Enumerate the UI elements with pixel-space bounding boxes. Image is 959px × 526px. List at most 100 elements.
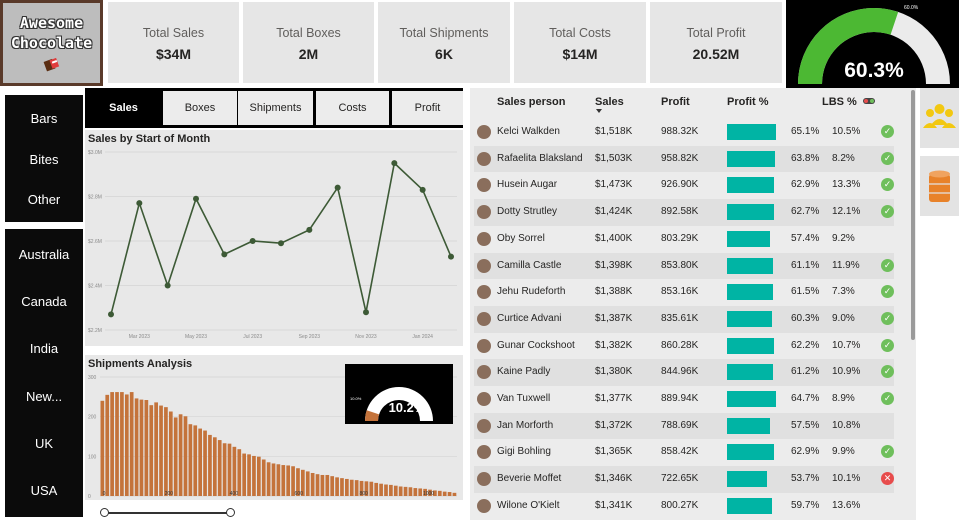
bar[interactable]	[193, 425, 198, 496]
table-row[interactable]: Kaine Padly $1,380K 844.96K 61.2% 10.9% ✓	[474, 359, 894, 386]
bar[interactable]	[154, 402, 158, 496]
data-point[interactable]	[221, 251, 228, 258]
bar[interactable]	[325, 474, 330, 496]
bar[interactable]	[408, 487, 413, 496]
bar[interactable]	[413, 488, 418, 496]
data-point[interactable]	[278, 240, 284, 247]
data-point[interactable]	[193, 195, 199, 202]
table-row[interactable]: Van Tuxwell $1,377K 889.94K 64.7% 8.9% ✓	[474, 386, 894, 413]
bar[interactable]	[379, 483, 383, 496]
table-row[interactable]: Wilone O'Kielt $1,341K 800.27K 59.7% 13.6%	[474, 493, 894, 520]
table-row[interactable]: Gunar Cockshoot $1,382K 860.28K 62.2% 10.7% ✓	[474, 333, 894, 360]
column-header-lbs-pct[interactable]: LBS %	[822, 96, 857, 108]
bar[interactable]	[198, 428, 202, 496]
data-point[interactable]	[448, 253, 454, 260]
data-point[interactable]	[363, 309, 369, 316]
bar[interactable]	[261, 459, 266, 496]
table-row[interactable]: Jan Morforth $1,372K 788.69K 57.5% 10.8%	[474, 412, 894, 440]
column-header-salesperson[interactable]: Sales person	[497, 96, 565, 108]
column-header-sales[interactable]: Sales	[595, 96, 624, 108]
bar[interactable]	[237, 449, 242, 496]
bar[interactable]	[242, 453, 247, 496]
slider-handle-start[interactable]	[100, 508, 109, 517]
bar[interactable]	[183, 416, 188, 496]
country-item-australia[interactable]: Australia	[5, 247, 83, 262]
bar[interactable]	[389, 484, 393, 496]
country-item-india[interactable]: India	[5, 341, 83, 356]
product-item-bites[interactable]: Bites	[5, 152, 83, 167]
bar[interactable]	[286, 465, 291, 496]
country-item-uk[interactable]: UK	[5, 436, 83, 451]
bar[interactable]	[149, 405, 154, 496]
table-row[interactable]: Kelci Walkden $1,518K 988.32K 65.1% 10.5% ✓	[474, 119, 894, 146]
table-scrollbar[interactable]	[911, 90, 915, 340]
bar[interactable]	[340, 478, 344, 496]
bar[interactable]	[247, 454, 251, 496]
bar[interactable]	[232, 446, 237, 496]
bar[interactable]	[120, 392, 124, 496]
bar[interactable]	[124, 394, 129, 496]
x-range-slider[interactable]	[100, 506, 235, 520]
bar[interactable]	[320, 474, 325, 496]
bar[interactable]	[447, 492, 452, 496]
table-row[interactable]: Husein Augar $1,473K 926.90K 62.9% 13.3% ✓	[474, 172, 894, 199]
bar[interactable]	[330, 476, 335, 496]
bar[interactable]	[134, 398, 139, 496]
data-point[interactable]	[306, 226, 313, 233]
column-header-profit[interactable]: Profit	[661, 96, 690, 108]
bar[interactable]	[110, 392, 114, 496]
bar[interactable]	[129, 392, 134, 496]
data-view-button[interactable]	[920, 156, 959, 216]
bar[interactable]	[276, 464, 281, 496]
bar[interactable]	[115, 392, 119, 496]
country-item-usa[interactable]: USA	[5, 483, 83, 498]
bar[interactable]	[374, 482, 379, 496]
data-point[interactable]	[164, 282, 171, 289]
column-header-profit-pct[interactable]: Profit %	[727, 96, 769, 108]
bar[interactable]	[178, 414, 183, 496]
bar[interactable]	[217, 440, 222, 496]
table-row[interactable]: Rafaelita Blaksland $1,503K 958.82K 63.8% 8.…	[474, 145, 894, 173]
data-point[interactable]	[108, 311, 114, 318]
bar[interactable]	[315, 474, 320, 496]
bar[interactable]	[305, 471, 310, 496]
bar[interactable]	[442, 491, 447, 496]
bar[interactable]	[144, 400, 149, 496]
bar[interactable]	[345, 478, 349, 496]
bar[interactable]	[227, 443, 232, 496]
bar[interactable]	[266, 462, 271, 496]
bar[interactable]	[437, 490, 442, 496]
bar[interactable]	[208, 434, 212, 496]
country-item-canada[interactable]: Canada	[5, 294, 83, 309]
table-row[interactable]: Curtice Advani $1,387K 835.61K 60.3% 9.0% ✓	[474, 305, 894, 333]
bar[interactable]	[256, 456, 261, 496]
data-point[interactable]	[249, 238, 256, 244]
bar[interactable]	[384, 484, 388, 496]
table-row[interactable]: Oby Sorrel $1,400K 803.29K 57.4% 9.2%	[474, 226, 894, 253]
tab-boxes[interactable]: Boxes	[163, 91, 237, 125]
table-row[interactable]: Beverie Moffet $1,346K 722.65K 53.7% 10.1% ✕	[474, 466, 894, 493]
data-point[interactable]	[419, 186, 426, 193]
bar[interactable]	[393, 485, 398, 496]
data-point[interactable]	[136, 200, 143, 207]
data-point[interactable]	[334, 184, 341, 191]
bar[interactable]	[203, 430, 207, 496]
slider-handle-end[interactable]	[226, 508, 235, 517]
bar[interactable]	[139, 399, 144, 496]
bar[interactable]	[349, 479, 354, 496]
product-item-other[interactable]: Other	[5, 192, 83, 207]
bar[interactable]	[222, 443, 227, 496]
product-item-bars[interactable]: Bars	[5, 111, 83, 126]
table-row[interactable]: Gigi Bohling $1,365K 858.42K 62.9% 9.9% ✓	[474, 439, 894, 466]
data-point[interactable]	[391, 160, 398, 167]
bar[interactable]	[164, 407, 168, 496]
bar[interactable]	[335, 477, 339, 496]
table-row[interactable]: Dotty Strutley $1,424K 892.58K 62.7% 12.1% ✓	[474, 199, 894, 226]
bar[interactable]	[168, 411, 173, 496]
table-row[interactable]: Camilla Castle $1,398K 853.80K 61.1% 11.9% ✓	[474, 252, 894, 280]
table-row[interactable]: Jehu Rudeforth $1,388K 853.16K 61.5% 7.3% ✓	[474, 279, 894, 306]
bar[interactable]	[310, 472, 315, 496]
team-view-button[interactable]	[920, 88, 959, 148]
bar[interactable]	[105, 394, 110, 496]
country-item-new-zealand[interactable]: New...	[5, 389, 83, 404]
